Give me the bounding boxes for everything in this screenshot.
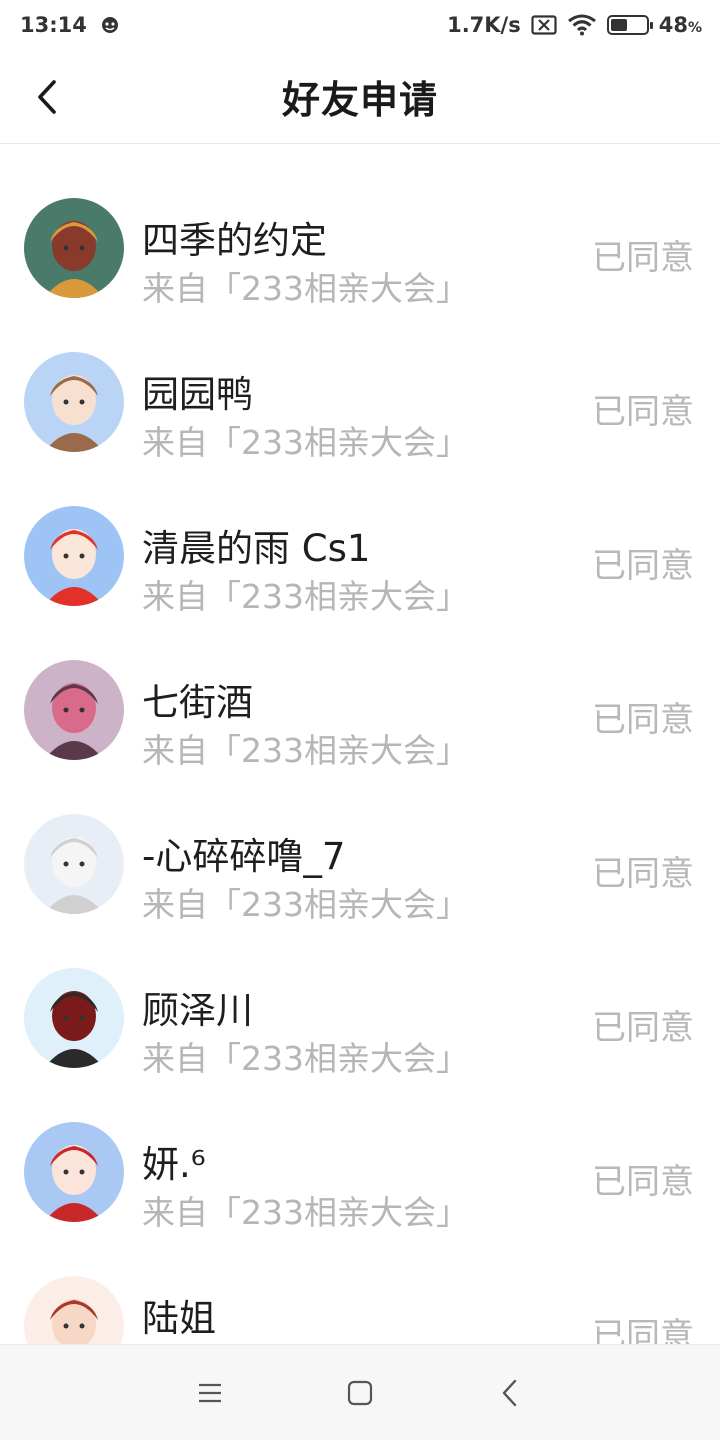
requester-name: 妍.⁶ — [142, 1143, 206, 1186]
menu-button[interactable] — [135, 1345, 285, 1440]
request-status-label: 已同意 — [592, 854, 694, 894]
friend-request-row[interactable]: 顾泽川来自「233相亲大会」 已同意 — [0, 940, 720, 1094]
friend-request-row[interactable]: 园园鸭来自「233相亲大会」 已同意 — [0, 324, 720, 478]
requester-name: 陆姐 — [142, 1297, 216, 1340]
request-source: 来自「233相亲大会」 — [142, 1193, 469, 1232]
clock: 13:14 — [20, 13, 87, 37]
request-source: 来自「233相亲大会」 — [142, 1039, 469, 1078]
wifi-icon — [567, 14, 597, 36]
request-status-label: 已同意 — [592, 392, 694, 432]
network-speed: 1.7K/s — [447, 13, 521, 37]
title-bar: 好友申请 — [0, 50, 720, 144]
requester-name: 顾泽川 — [142, 989, 253, 1032]
request-status-label: 已同意 — [592, 238, 694, 278]
notification-face-icon — [101, 16, 119, 34]
avatar[interactable] — [24, 968, 124, 1068]
home-button[interactable] — [285, 1345, 435, 1440]
avatar[interactable] — [24, 506, 124, 606]
request-status-label: 已同意 — [592, 700, 694, 740]
avatar[interactable] — [24, 814, 124, 914]
request-status-label: 已同意 — [592, 1162, 694, 1202]
friend-request-row[interactable]: 四季的约定来自「233相亲大会」 已同意 — [0, 170, 720, 324]
avatar[interactable] — [24, 1122, 124, 1222]
friend-request-row[interactable]: -心碎碎噜_7 来自「233相亲大会」 已同意 — [0, 786, 720, 940]
requester-name: 七街酒 — [142, 681, 253, 724]
back-triangle-icon — [502, 1379, 517, 1406]
request-source: 来自「233相亲大会」 — [142, 885, 469, 924]
chevron-left-icon — [38, 80, 56, 114]
request-status-label: 已同意 — [592, 1008, 694, 1048]
status-bar: 13:14 1.7K/s 48% — [0, 0, 720, 50]
requester-name: 清晨的雨 Cs1 — [142, 527, 371, 570]
friend-request-row[interactable]: 陆姐来自「233相亲大会」已同意 — [0, 1248, 720, 1344]
menu-icon — [199, 1383, 221, 1402]
request-source: 来自「233相亲大会」 — [142, 269, 469, 308]
requester-name: -心碎碎噜_7 — [142, 835, 346, 878]
friend-request-row[interactable]: 七街酒来自「233相亲大会」 已同意 — [0, 632, 720, 786]
system-nav-bar — [0, 1344, 720, 1440]
request-source: 来自「233相亲大会」 — [142, 731, 469, 770]
page-title: 好友申请 — [281, 78, 438, 122]
friend-request-row[interactable]: 妍.⁶ 来自「233相亲大会」 已同意 — [0, 1094, 720, 1248]
sim-off-icon — [531, 15, 557, 35]
avatar[interactable] — [24, 660, 124, 760]
back-button[interactable] — [22, 72, 72, 122]
back-nav-button[interactable] — [435, 1345, 585, 1440]
avatar[interactable] — [24, 198, 124, 298]
request-source: 来自「233相亲大会」 — [142, 577, 469, 616]
friend-request-list[interactable]: 四季的约定 来自「233相亲大会」 已同意 园园鸭 来自「233相亲大会」 已同意 清晨的雨… — [0, 170, 720, 1344]
battery-percent: 48% — [658, 13, 702, 37]
request-source: 来自「233相亲大会」 — [142, 423, 469, 462]
requester-name: 园园鸭 — [142, 373, 253, 416]
requester-name: 四季的约定 — [142, 219, 327, 262]
avatar[interactable] — [24, 1276, 124, 1344]
home-square-icon — [347, 1380, 373, 1405]
request-status-label: 已同意 — [592, 1316, 694, 1344]
avatar[interactable] — [24, 352, 124, 452]
battery-icon — [606, 15, 653, 35]
request-status-label: 已同意 — [592, 546, 694, 586]
friend-request-row[interactable]: 清晨的雨 Cs1 来自「233相亲大会」 已同意 — [0, 478, 720, 632]
